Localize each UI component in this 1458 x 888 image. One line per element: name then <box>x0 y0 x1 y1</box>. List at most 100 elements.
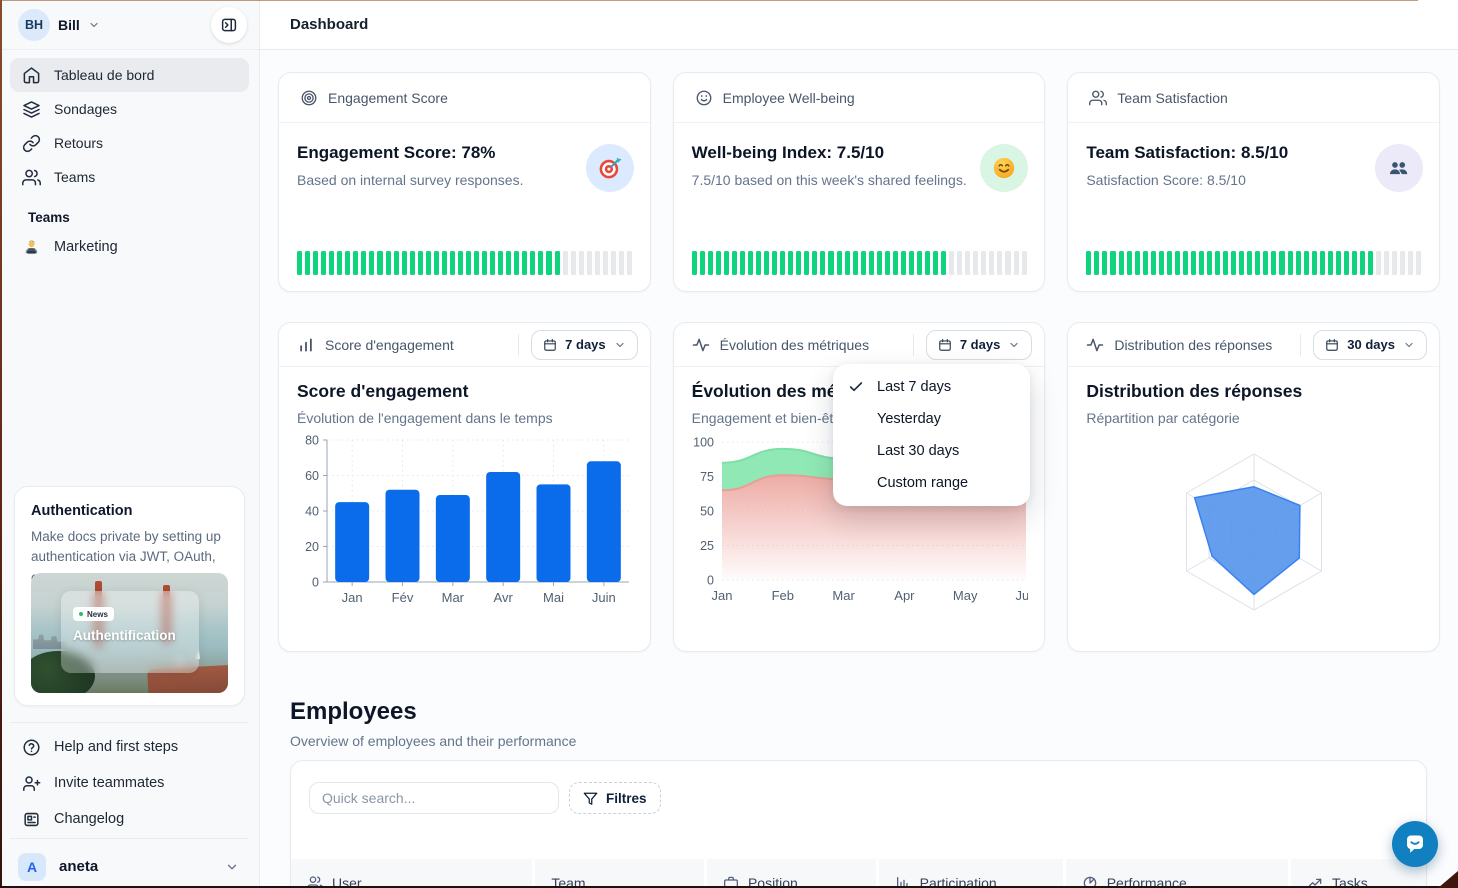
svg-text:40: 40 <box>305 505 319 519</box>
chat-launcher-button[interactable] <box>1392 821 1438 867</box>
svg-text:75: 75 <box>700 470 714 484</box>
user-name[interactable]: Bill <box>58 17 80 33</box>
card-header-label: Évolution des métriques <box>720 337 869 353</box>
dashboard-page: BH Bill Tableau de bord Sondages <box>0 0 1458 888</box>
panel-collapse-icon <box>220 16 238 34</box>
people-emoji <box>1375 144 1423 192</box>
card-header-label: Team Satisfaction <box>1117 90 1228 106</box>
sidebar-item-tableau-de-bord[interactable]: Tableau de bord <box>10 58 249 92</box>
workspace-name: aneta <box>59 858 98 875</box>
menu-item-custom-range[interactable]: Custom range <box>833 467 1030 499</box>
sidebar-item-label: Changelog <box>54 811 124 827</box>
sidebar: BH Bill Tableau de bord Sondages <box>0 0 260 888</box>
svg-text:Mai: Mai <box>543 590 564 605</box>
smile-icon <box>695 89 713 107</box>
sidebar-nav: Tableau de bord Sondages Retours Teams T… <box>10 58 249 263</box>
svg-text:Avr: Avr <box>494 590 514 605</box>
column-header-user[interactable]: User <box>291 859 532 888</box>
svg-text:100: 100 <box>693 436 714 450</box>
card-body: Score d'engagement Évolution de l'engage… <box>279 367 650 610</box>
stat-title: Well-being Index: 7.5/10 <box>692 143 1029 163</box>
target-icon <box>300 89 318 107</box>
sidebar-item-changelog[interactable]: Changelog <box>10 802 249 836</box>
search-input[interactable] <box>309 782 559 814</box>
svg-text:Jan: Jan <box>342 590 363 605</box>
card-header: Engagement Score <box>279 73 650 123</box>
chevron-down-icon[interactable] <box>88 19 100 31</box>
card-body: Team Satisfaction: 8.5/10 Satisfaction S… <box>1068 123 1439 291</box>
progress-bar <box>297 251 632 275</box>
column-header-team[interactable]: Team <box>535 859 704 888</box>
sidebar-item-label: Invite teammates <box>54 775 164 791</box>
column-header-participation[interactable]: Participation <box>879 859 1063 888</box>
card-body: Well-being Index: 7.5/10 7.5/10 based on… <box>674 123 1045 291</box>
card-header: Évolution des métriques 7 days <box>674 323 1045 367</box>
card-header: Employee Well-being <box>674 73 1045 123</box>
green-dot-icon <box>79 612 83 616</box>
calendar-icon <box>543 338 557 352</box>
divider <box>518 334 519 356</box>
activity-icon <box>692 336 710 354</box>
stat-subtitle: Satisfaction Score: 8.5/10 <box>1086 172 1423 188</box>
svg-text:Fév: Fév <box>392 590 414 605</box>
svg-text:Mar: Mar <box>442 590 465 605</box>
sidebar-item-retours[interactable]: Retours <box>10 126 249 160</box>
sidebar-item-label: Help and first steps <box>54 739 178 755</box>
svg-text:May: May <box>953 588 978 603</box>
workspace-avatar: A <box>18 853 46 881</box>
bar-chart-icon <box>297 336 315 354</box>
activity-icon <box>1086 336 1104 354</box>
date-range-menu: Last 7 days Yesterday Last 30 days Custo… <box>833 364 1030 506</box>
svg-text:0: 0 <box>707 574 714 588</box>
user-plus-icon <box>22 774 41 793</box>
menu-item-yesterday[interactable]: Yesterday <box>833 403 1030 435</box>
home-icon <box>22 66 41 85</box>
chart-subtitle: Répartition par catégorie <box>1086 410 1421 426</box>
progress-bar <box>692 251 1027 275</box>
date-range-button[interactable]: 30 days <box>1313 330 1427 360</box>
users-icon <box>22 168 41 187</box>
sidebar-collapse-button[interactable] <box>211 7 247 43</box>
sidebar-item-teams[interactable]: Teams <box>10 160 249 194</box>
sidebar-item-label: Teams <box>54 169 95 185</box>
sidebar-item-marketing[interactable]: Marketing <box>10 231 249 263</box>
menu-item-last-7-days[interactable]: Last 7 days <box>833 371 1030 403</box>
date-range-button[interactable]: 7 days <box>926 330 1032 360</box>
svg-text:Apr: Apr <box>894 588 915 603</box>
sidebar-item-sondages[interactable]: Sondages <box>10 92 249 126</box>
stat-subtitle: Based on internal survey responses. <box>297 172 634 188</box>
authentication-promo-card[interactable]: Authentication Make docs private by sett… <box>14 486 245 706</box>
promo-overlay-card: News Authentification <box>61 591 199 673</box>
check-icon <box>848 379 864 395</box>
progress-bar <box>1086 251 1421 275</box>
sidebar-item-invite[interactable]: Invite teammates <box>10 766 249 800</box>
menu-item-last-30-days[interactable]: Last 30 days <box>833 435 1030 467</box>
card-header: Team Satisfaction <box>1068 73 1439 123</box>
card-header-label: Employee Well-being <box>723 90 855 106</box>
sidebar-item-label: Retours <box>54 135 103 151</box>
card-header: Score d'engagement 7 days <box>279 323 650 367</box>
chart-title: Score d'engagement <box>297 381 632 402</box>
engagement-chart-card: Score d'engagement 7 days Score d'engage… <box>278 322 651 652</box>
sidebar-header: BH Bill <box>0 0 259 50</box>
filters-button[interactable]: Filtres <box>569 782 661 814</box>
workspace-switcher[interactable]: A aneta <box>10 838 249 888</box>
svg-text:25: 25 <box>700 539 714 553</box>
chevron-down-icon <box>614 339 626 351</box>
team-satisfaction-card: Team Satisfaction Team Satisfaction: 8.5… <box>1067 72 1440 292</box>
svg-text:Jun: Jun <box>1015 588 1027 603</box>
stat-title: Engagement Score: 78% <box>297 143 634 163</box>
user-avatar[interactable]: BH <box>18 9 50 41</box>
stat-subtitle: 7.5/10 based on this week's shared feeli… <box>692 172 1029 188</box>
help-circle-icon <box>22 738 41 757</box>
sidebar-item-label: Tableau de bord <box>54 67 154 83</box>
chevron-down-icon <box>225 860 239 874</box>
target-emoji <box>586 144 634 192</box>
layers-icon <box>22 100 41 119</box>
column-header-position[interactable]: Position <box>707 859 876 888</box>
calendar-icon <box>1325 338 1339 352</box>
sidebar-item-help[interactable]: Help and first steps <box>10 730 249 764</box>
divider <box>1300 334 1301 356</box>
column-header-performance[interactable]: Performance <box>1066 859 1288 888</box>
date-range-button[interactable]: 7 days <box>531 330 637 360</box>
